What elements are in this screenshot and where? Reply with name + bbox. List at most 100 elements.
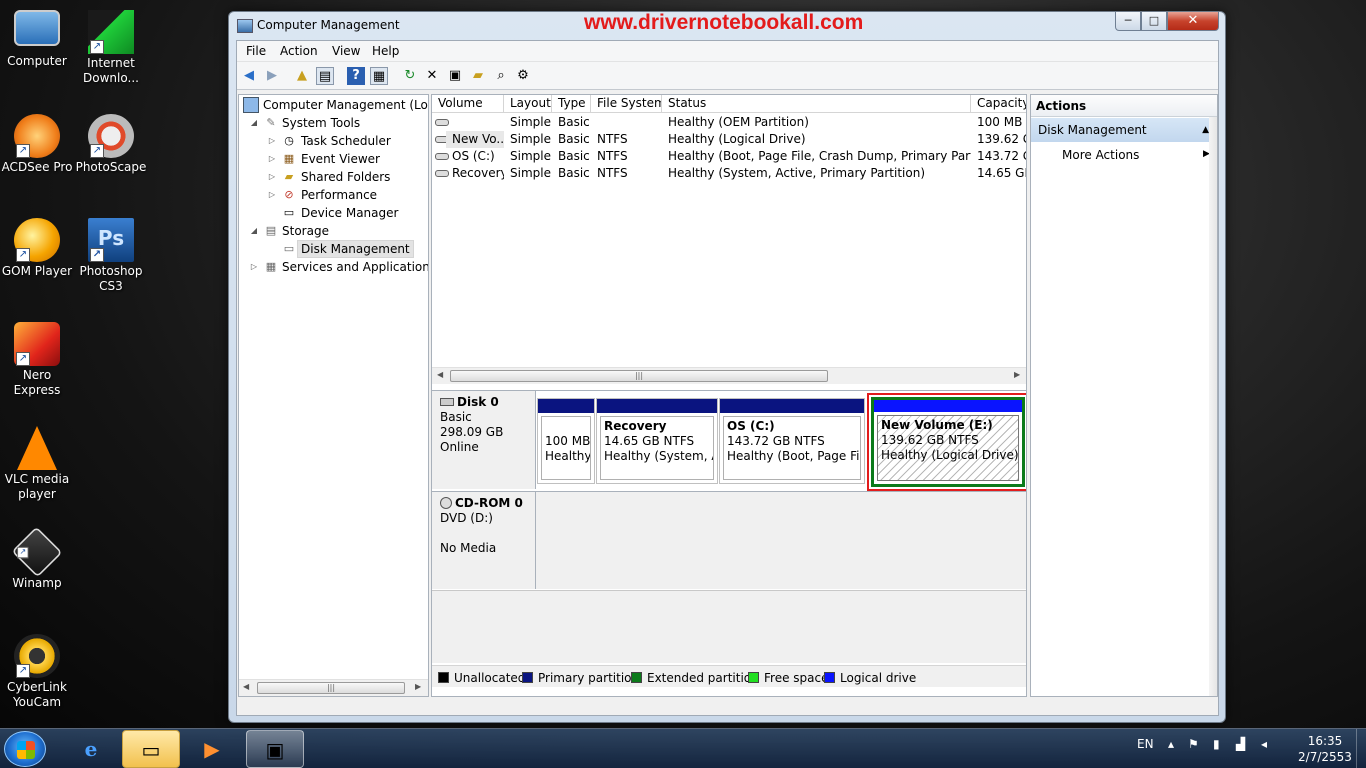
forward-arrow-icon[interactable]: ▶: [263, 67, 281, 85]
cell-capacity: 100 MB: [977, 115, 1023, 129]
partition-os-c[interactable]: OS (C:) 143.72 GB NTFS Healthy (Boot, Pa…: [719, 398, 865, 484]
column-header-layout[interactable]: Layout: [504, 95, 552, 113]
show-hidden-icons[interactable]: ▴: [1168, 737, 1174, 751]
desktop-icon-photoshop[interactable]: Ps ↗ Photoshop CS3: [74, 214, 148, 294]
disk-view-empty-area: [432, 590, 1026, 663]
computer-management-task-icon[interactable]: ▣: [246, 730, 304, 768]
column-header-volume[interactable]: Volume: [432, 95, 504, 113]
close-button[interactable]: ✕: [1167, 12, 1219, 31]
menu-view[interactable]: View: [332, 44, 360, 58]
scroll-left-icon[interactable]: ◀: [243, 682, 249, 691]
expand-arrow-icon[interactable]: ▷: [249, 259, 259, 275]
tree-item-label: Storage: [282, 224, 329, 238]
collapse-arrow-icon[interactable]: ◢: [249, 115, 259, 131]
cell-type: Basic: [558, 132, 590, 146]
desktop-icon-vlc[interactable]: VLC media player: [0, 422, 74, 502]
acdsee-icon: ↗: [14, 114, 60, 158]
help-icon[interactable]: ?: [347, 67, 365, 85]
desktop-icon-nero[interactable]: ↗ Nero Express: [0, 318, 74, 398]
legend-extended: Extended partition: [631, 671, 759, 685]
column-header-type[interactable]: Type: [552, 95, 591, 113]
up-folder-icon[interactable]: ▲: [293, 67, 311, 85]
more-actions-item[interactable]: More Actions: [1062, 148, 1139, 162]
column-header-capacity[interactable]: Capacity: [971, 95, 1026, 113]
volume-speaker-icon[interactable]: ◂: [1261, 737, 1267, 751]
scroll-right-icon[interactable]: ▶: [1014, 370, 1020, 379]
desktop-icon-acdsee[interactable]: ↗ ACDSee Pro: [0, 110, 74, 175]
desktop-icon-computer[interactable]: Computer: [0, 6, 74, 69]
start-button[interactable]: [4, 731, 46, 767]
expand-arrow-icon[interactable]: ▷: [267, 151, 277, 167]
expand-arrow-icon[interactable]: ▷: [267, 187, 277, 203]
cell-layout: Simple: [510, 132, 551, 146]
expand-arrow-icon[interactable]: ▷: [267, 133, 277, 149]
scroll-right-icon[interactable]: ▶: [415, 682, 421, 691]
cdrom-0-area[interactable]: [536, 491, 1026, 589]
expand-arrow-icon[interactable]: ▷: [267, 169, 277, 185]
partition-title: New Volume (E:): [881, 418, 993, 432]
partition-body: OS (C:) 143.72 GB NTFS Healthy (Boot, Pa…: [723, 416, 861, 480]
column-header-file-system[interactable]: File System: [591, 95, 662, 113]
title-bar[interactable]: Computer Management www.drivernotebookal…: [229, 11, 1225, 40]
nero-icon: ↗: [14, 322, 60, 366]
scrollbar-thumb[interactable]: |||: [257, 682, 405, 694]
actions-section-disk-management[interactable]: Disk Management ▲: [1031, 118, 1217, 142]
show-hide-action-pane-icon[interactable]: ▦: [370, 67, 388, 85]
desktop-icon-winamp[interactable]: ↗ Winamp: [0, 526, 74, 591]
partition-body: 100 MB Healthy: [541, 416, 591, 480]
settings-icon[interactable]: ⚙: [514, 67, 532, 85]
partition-recovery[interactable]: Recovery 14.65 GB NTFS Healthy (System, …: [596, 398, 718, 484]
collapse-arrow-icon[interactable]: ◢: [249, 223, 259, 239]
partition-oem[interactable]: 100 MB Healthy: [537, 398, 595, 484]
show-hide-tree-icon[interactable]: ▤: [316, 67, 334, 85]
internet-explorer-icon[interactable]: e: [62, 730, 120, 768]
disk-0-name-row: Disk 0: [440, 395, 535, 410]
cell-type: Basic: [558, 166, 590, 180]
desktop-icon-label: Nero Express: [13, 368, 61, 397]
action-center-flag-icon[interactable]: ⚑: [1188, 737, 1199, 751]
desktop-icon-youcam[interactable]: ↗ CyberLink YouCam: [0, 630, 74, 710]
open-folder-icon[interactable]: ▰: [469, 67, 487, 85]
properties-icon[interactable]: ▣: [446, 67, 464, 85]
back-arrow-icon[interactable]: ◀: [240, 67, 258, 85]
shortcut-arrow-icon: ↗: [90, 248, 104, 262]
download-manager-icon: ↗: [88, 10, 134, 54]
battery-icon[interactable]: ▮: [1213, 737, 1220, 751]
cdrom-0-label[interactable]: CD-ROM 0 DVD (D:) No Media: [432, 491, 536, 589]
network-signal-icon[interactable]: ▟: [1236, 737, 1245, 751]
tree-horizontal-scrollbar[interactable]: ◀ ||| ▶: [239, 679, 428, 696]
scroll-left-icon[interactable]: ◀: [437, 370, 443, 379]
volume-list-horizontal-scrollbar[interactable]: ◀ ||| ▶: [432, 367, 1026, 384]
desktop-icon-internet-download[interactable]: ↗ Internet Downlo...: [74, 6, 148, 86]
cdrom-name-row: CD-ROM 0: [440, 496, 535, 511]
desktop-icon-label: CyberLink YouCam: [7, 680, 67, 709]
cell-volume: Recovery: [452, 166, 504, 180]
legend-label: Free space: [764, 671, 829, 685]
media-player-icon[interactable]: ▶: [183, 730, 241, 768]
desktop-icon-photoscape[interactable]: ↗ PhotoScape: [74, 110, 148, 175]
window-client-area: File Action View Help ◀ ▶ ▲ ▤ ? ▦ ↻ ✕ ▣ …: [236, 40, 1219, 716]
primary-partition-bar: [720, 399, 864, 413]
explorer-folder-icon[interactable]: ▭: [122, 730, 180, 768]
legend-label: Logical drive: [840, 671, 917, 685]
disk-0-label[interactable]: Disk 0 Basic 298.09 GB Online: [432, 391, 536, 489]
partition-title: OS (C:): [727, 419, 775, 433]
minimize-button[interactable]: ─: [1115, 12, 1141, 31]
refresh-icon[interactable]: ↻: [401, 67, 419, 85]
system-clock[interactable]: 16:35 2/7/2553: [1295, 733, 1355, 765]
collapse-triangle-icon[interactable]: ▲: [1202, 118, 1209, 142]
language-indicator[interactable]: EN: [1137, 737, 1154, 751]
menu-help[interactable]: Help: [372, 44, 399, 58]
scrollbar-thumb[interactable]: |||: [450, 370, 828, 382]
search-icon[interactable]: ⌕: [492, 67, 510, 85]
disk-0-type: Basic: [440, 410, 472, 424]
maximize-button[interactable]: □: [1141, 12, 1167, 31]
column-header-status[interactable]: Status: [662, 95, 971, 113]
desktop-icon-gom[interactable]: ↗ GOM Player: [0, 214, 74, 279]
menu-action[interactable]: Action: [280, 44, 318, 58]
cdrom-media: No Media: [440, 541, 497, 555]
partition-new-volume-e[interactable]: New Volume (E:) 139.62 GB NTFS Healthy (…: [871, 397, 1025, 487]
show-desktop-button[interactable]: [1356, 729, 1366, 768]
delete-icon[interactable]: ✕: [423, 67, 441, 85]
menu-file[interactable]: File: [246, 44, 266, 58]
